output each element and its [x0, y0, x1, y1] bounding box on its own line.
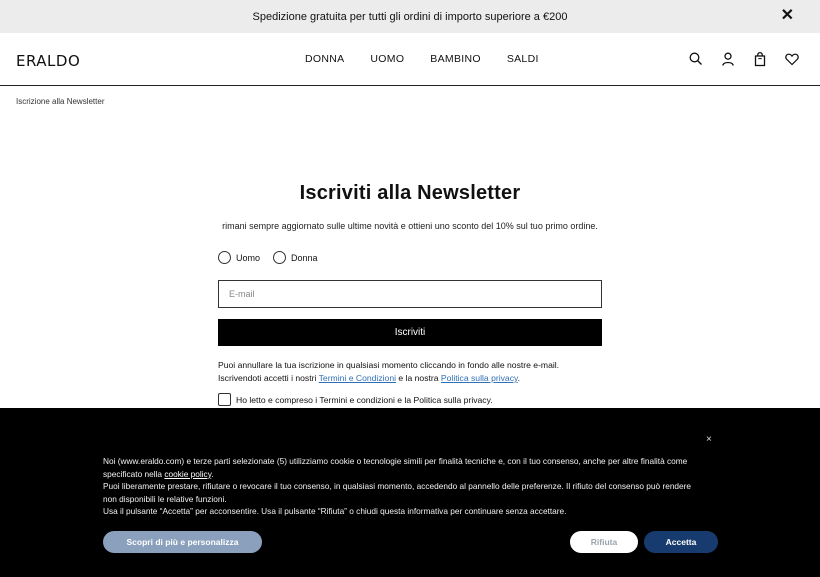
- privacy-consent-label: Ho letto e compreso i Termini e condizio…: [236, 394, 493, 405]
- close-icon[interactable]: ×: [706, 434, 712, 445]
- cookie-policy-link[interactable]: cookie policy: [164, 469, 211, 479]
- radio-uomo[interactable]: [218, 251, 231, 264]
- radio-label-uomo: Uomo: [236, 252, 261, 263]
- header-icons: [688, 51, 800, 67]
- newsletter-subtitle: rimani sempre aggiornato sulle ultime no…: [222, 221, 598, 231]
- breadcrumb[interactable]: Iscrizione alla Newsletter: [16, 97, 104, 106]
- announcement-text: Spedizione gratuita per tutti gli ordini…: [252, 10, 568, 23]
- privacy-link[interactable]: Politica sulla privacy: [441, 373, 518, 383]
- notice-line-1: Puoi annullare la tua iscrizione in qual…: [218, 360, 560, 370]
- search-icon[interactable]: [688, 51, 704, 67]
- announcement-bar: Spedizione gratuita per tutti gli ordini…: [0, 0, 820, 33]
- notice-line-2: Iscrivendoti accetti i nostri Termini e …: [218, 372, 618, 385]
- subscription-notice: Puoi annullare la tua iscrizione in qual…: [218, 359, 618, 385]
- bag-icon[interactable]: [752, 51, 768, 67]
- cookie-text-line-3: Usa il pulsante “Accetta” per acconsenti…: [103, 506, 567, 517]
- logo[interactable]: ERALDO: [16, 52, 80, 70]
- heart-icon[interactable]: [784, 51, 800, 67]
- close-icon[interactable]: ✕: [781, 8, 794, 24]
- privacy-consent: Ho letto e compreso i Termini e condizio…: [218, 393, 493, 406]
- cookie-text-line-1: Noi (www.eraldo.com) e terze parti selez…: [103, 455, 703, 480]
- terms-link[interactable]: Termini e Condizioni: [319, 373, 396, 383]
- cookie-text-line-2: Puoi liberamente prestare, rifiutare o r…: [103, 481, 692, 504]
- notice-suffix: .: [517, 373, 521, 383]
- page-title: Iscriviti alla Newsletter: [299, 182, 521, 204]
- customize-button[interactable]: Scopri di più e personalizza: [103, 531, 262, 553]
- main-nav: DONNA UOMO BAMBINO SALDI: [305, 53, 539, 65]
- cookie-text-suffix: .: [211, 468, 214, 479]
- email-field[interactable]: [218, 280, 602, 308]
- nav-item-donna[interactable]: DONNA: [305, 53, 344, 65]
- nav-item-uomo[interactable]: UOMO: [370, 53, 404, 65]
- site-header: ERALDO DONNA UOMO BAMBINO SALDI: [0, 33, 820, 86]
- gender-option-uomo[interactable]: Uomo: [218, 251, 260, 264]
- notice-prefix: Iscrivendoti accetti i nostri: [218, 373, 319, 383]
- gender-radio-group: Uomo Donna: [218, 251, 318, 264]
- nav-item-bambino[interactable]: BAMBINO: [430, 53, 481, 65]
- nav-item-saldi[interactable]: SALDI: [507, 53, 539, 65]
- accept-button[interactable]: Accetta: [644, 531, 718, 553]
- reject-button[interactable]: Rifiuta: [570, 531, 638, 553]
- user-icon[interactable]: [720, 51, 736, 67]
- privacy-checkbox[interactable]: [218, 393, 231, 406]
- cookie-banner: × Noi (www.eraldo.com) e terze parti sel…: [0, 408, 820, 577]
- subscribe-button[interactable]: Iscriviti: [218, 319, 602, 346]
- cookie-text: Noi (www.eraldo.com) e terze parti selez…: [103, 455, 703, 518]
- gender-option-donna[interactable]: Donna: [273, 251, 318, 264]
- radio-donna[interactable]: [273, 251, 287, 264]
- radio-label-donna: Donna: [291, 252, 318, 263]
- notice-middle: e la nostra: [396, 373, 441, 383]
